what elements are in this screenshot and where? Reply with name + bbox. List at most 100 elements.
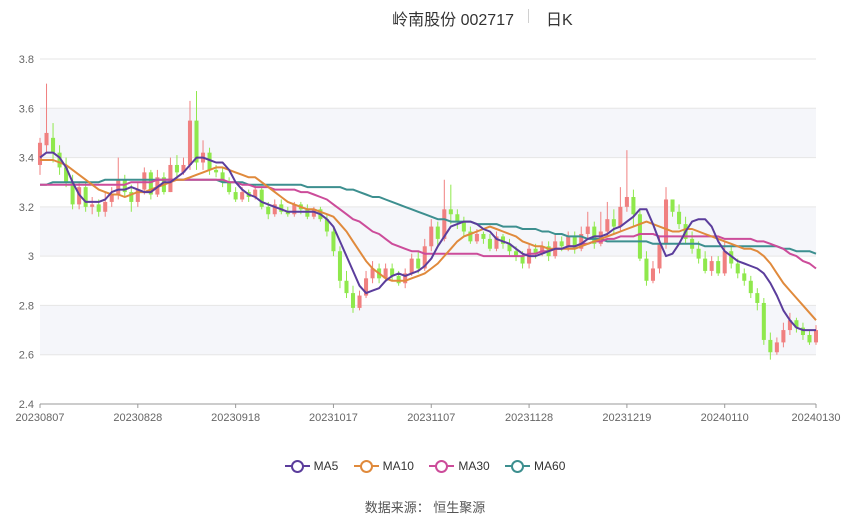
candle-body <box>474 233 479 242</box>
x-tick-label: 20230828 <box>113 412 162 424</box>
candle-body <box>396 275 401 284</box>
grid-band <box>40 108 816 158</box>
candle-body <box>520 256 525 264</box>
legend-ma10-swatch-icon <box>353 459 379 474</box>
candle-body <box>735 263 740 274</box>
candle-body <box>781 330 786 343</box>
legend-item-ma30[interactable]: MA30 <box>429 458 490 474</box>
candle-body <box>585 226 590 234</box>
x-tick-label: 20231107 <box>407 412 455 424</box>
legend-ma10-label: MA10 <box>382 459 414 474</box>
candle-body <box>259 189 264 207</box>
candle-body <box>103 201 108 212</box>
x-tick-label: 20231128 <box>505 412 553 424</box>
y-tick-label: 3.2 <box>19 202 34 214</box>
candle-body <box>37 142 43 165</box>
candle-body <box>337 251 342 281</box>
candle-body <box>624 197 629 207</box>
candle-body <box>677 211 682 225</box>
candle-body <box>435 226 440 239</box>
legend-ma5-label: MA5 <box>313 459 339 474</box>
candle-body <box>650 268 655 281</box>
candle-body <box>409 258 414 274</box>
x-tick-label: 20240110 <box>701 412 749 424</box>
legend-ma30-label: MA30 <box>458 459 490 474</box>
candle-body <box>344 280 349 294</box>
candle-body <box>116 179 121 195</box>
candle-body <box>233 192 238 200</box>
candle-body <box>305 209 310 217</box>
candle-body <box>813 330 819 343</box>
y-tick-label: 3.8 <box>19 54 34 66</box>
candle-body <box>96 204 101 212</box>
candle-body <box>357 295 362 308</box>
y-tick-label: 2.4 <box>19 399 34 411</box>
x-tick-label: 20230918 <box>211 412 260 424</box>
candle-body <box>481 233 486 239</box>
candle-body <box>696 248 701 259</box>
candle-body <box>44 132 49 146</box>
candle-body <box>768 339 773 353</box>
candle-body <box>240 192 245 200</box>
candle-body <box>722 251 727 274</box>
candle-body <box>416 258 421 269</box>
candle-body <box>748 280 753 294</box>
y-tick-label: 3.4 <box>19 153 34 165</box>
candle-body <box>774 342 779 353</box>
candle-body <box>227 182 232 193</box>
data-source: 数据来源： 恒生聚源 <box>364 500 486 515</box>
candle-body <box>487 238 492 249</box>
x-tick-label: 20230807 <box>16 412 65 424</box>
kline-chart: 2.4 2.6 2.8 3 3.2 3.4 3.6 3.8 20230807 20230828 20… <box>16 54 841 424</box>
legend-ma60-swatch-icon <box>505 459 531 474</box>
candle-body <box>83 187 88 207</box>
candle-body <box>214 169 219 173</box>
candle-body <box>631 197 636 215</box>
candle-body <box>350 293 356 308</box>
candle-body <box>429 226 434 247</box>
candle-body <box>142 172 147 190</box>
candle-body <box>187 120 193 165</box>
legend: MA5 MA10 MA30 MA60 <box>0 458 850 478</box>
candle-body <box>168 164 173 193</box>
candle-body <box>709 261 714 271</box>
candle-body <box>455 214 460 222</box>
y-tick-label: 2.8 <box>19 300 34 312</box>
legend-item-ma10[interactable]: MA10 <box>353 458 414 474</box>
candle-body <box>761 302 766 340</box>
y-tick-label: 3.6 <box>19 103 34 115</box>
candle-body <box>657 243 662 269</box>
legend-ma60-label: MA60 <box>534 459 566 474</box>
candle-body <box>716 261 721 274</box>
candle-body <box>670 199 675 212</box>
candle-body <box>618 206 623 227</box>
candle-body <box>807 335 812 343</box>
candle-body <box>703 258 708 271</box>
candle-body <box>644 258 649 281</box>
y-tick-label: 2.6 <box>19 350 34 362</box>
candle-body <box>266 206 271 215</box>
candle-body <box>90 204 95 207</box>
candle-body <box>448 209 453 215</box>
y-tick-label: 3 <box>28 251 34 263</box>
candle-body <box>559 241 564 247</box>
candle-body <box>566 236 571 247</box>
candle-body <box>194 120 199 163</box>
legend-ma5-swatch-icon <box>284 459 310 474</box>
x-tick-label: 20231017 <box>309 412 358 424</box>
candle-body <box>755 293 760 303</box>
x-tick-label: 20240130 <box>792 412 841 424</box>
x-tick-label: 20231219 <box>602 412 651 424</box>
candle-body <box>51 137 56 153</box>
legend-item-ma60[interactable]: MA60 <box>505 458 566 474</box>
candle-body <box>611 219 616 227</box>
candle-body <box>331 231 336 252</box>
legend-ma30-swatch-icon <box>429 459 455 474</box>
candle-body <box>742 273 747 281</box>
candle-body <box>637 214 642 259</box>
candle-body <box>605 219 610 232</box>
candle-body <box>109 194 114 202</box>
candle-body <box>174 164 179 173</box>
legend-item-ma5[interactable]: MA5 <box>284 458 339 474</box>
grid-band <box>40 305 816 355</box>
